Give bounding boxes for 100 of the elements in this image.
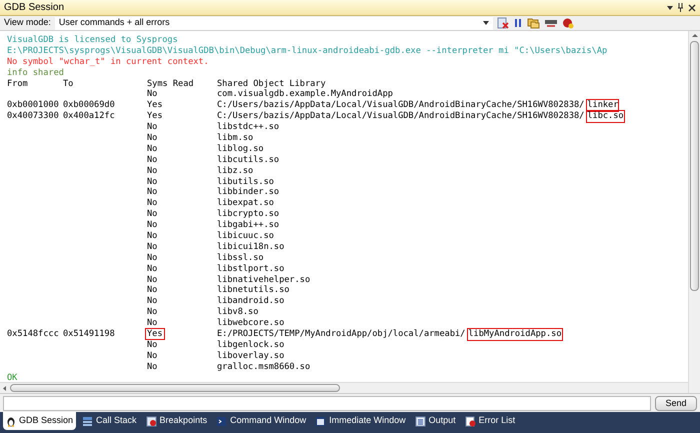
syms-read-text: No: [147, 285, 158, 296]
syms-read-text: No: [147, 89, 158, 100]
address-text: 0xb00069d0: [63, 100, 115, 110]
library-path: libgabi++.so: [217, 220, 280, 231]
library-path: C:/Users/bazis/AppData/Local/VisualGDB/AndroidBinaryCache/SH16WV802838/: [217, 111, 584, 122]
panel-tab[interactable]: Immediate Window: [312, 412, 409, 430]
syms-read-text: No: [147, 187, 158, 198]
library-path: libutils.so: [217, 176, 274, 187]
library-path: libicui18n.so: [217, 242, 284, 253]
console-icon: [216, 416, 228, 426]
library-path: libstdc++.so: [217, 122, 280, 133]
library-path: C:/Users/bazis/AppData/Local/VisualGDB/AndroidBinaryCache/SH16WV802838/: [217, 100, 584, 111]
library-file-name: libc.so: [587, 111, 624, 122]
syms-read-text: No: [147, 318, 158, 328]
view-mode-label: View mode:: [4, 16, 51, 30]
library-path: libandroid.so: [217, 296, 284, 307]
library-path: com.visualgdb.example.MyAndroidApp: [217, 89, 393, 100]
library-path: libbinder.so: [217, 187, 280, 198]
close-icon[interactable]: [688, 4, 696, 12]
syms-read-text: No: [147, 340, 158, 350]
column-header: To: [63, 78, 74, 89]
syms-read-text: No: [147, 176, 158, 187]
syms-read-text: No: [147, 274, 158, 285]
bug-icon[interactable]: [562, 17, 574, 29]
panel-tab[interactable]: Output: [412, 412, 459, 430]
syms-read-text: No: [147, 362, 158, 372]
vertical-scrollbar[interactable]: [688, 31, 700, 393]
pin-icon[interactable]: [677, 3, 684, 12]
syms-read-text: No: [147, 133, 158, 144]
asm-icon[interactable]: [544, 17, 558, 29]
column-header: Syms Read: [147, 78, 194, 89]
stack-icon: [82, 416, 94, 426]
error-list-icon: [464, 416, 476, 426]
view-mode-dropdown[interactable]: User commands + all errors: [54, 16, 493, 30]
syms-read-text: No: [147, 307, 158, 318]
address-text: 0x5148fccc: [7, 329, 59, 340]
panel-tab[interactable]: Error List: [462, 412, 518, 430]
address-text: 0x51491198: [63, 329, 115, 340]
panel-tab[interactable]: GDB Session: [3, 412, 76, 430]
list-icon: [414, 416, 426, 426]
syms-read-text: Yes: [147, 111, 163, 122]
library-path: liblog.so: [217, 144, 264, 155]
console-message: VisualGDB is licensed to Sysprogs: [7, 35, 178, 46]
caret-icon: [482, 21, 489, 25]
library-path: libstlport.so: [217, 264, 284, 275]
command-input-field[interactable]: [3, 396, 651, 410]
folders-icon[interactable]: [526, 17, 540, 29]
dropdown-icon[interactable]: [667, 6, 673, 10]
syms-read-text: No: [147, 220, 158, 230]
library-file-name: libMyAndroidApp.so: [468, 329, 562, 340]
syms-read-text: No: [147, 242, 158, 252]
horizontal-scrollbar[interactable]: [0, 382, 688, 393]
column-header: Shared Object Library: [217, 78, 326, 89]
library-path: gralloc.msm8660.so: [217, 362, 310, 373]
syms-read-text: No: [147, 350, 158, 361]
library-path: libwebcore.so: [217, 318, 284, 329]
library-path: libexpat.so: [217, 198, 274, 209]
syms-read-text: No: [147, 252, 158, 263]
library-path: libcrypto.so: [217, 209, 280, 220]
result-message: OK: [7, 372, 18, 382]
penguin-icon: [6, 416, 16, 426]
syms-read-text: No: [147, 296, 158, 306]
library-file-name: linker: [587, 100, 618, 112]
window-title: GDB Session: [4, 1, 64, 15]
syms-read-text: Yes: [146, 329, 164, 340]
library-path: libm.so: [217, 133, 254, 144]
window-icon: [315, 416, 326, 426]
library-path: libnativehelper.so: [217, 274, 310, 285]
console-message: E:\PROJECTS\sysprogs\VisualGDB\VisualGDB\bin\Debug\arm-linux-androideabi-gdb.exe --interpreter mi "C:\Users\bazis\Ap: [7, 46, 608, 57]
library-path: liboverlay.so: [217, 350, 284, 362]
library-path: libcutils.so: [217, 154, 280, 166]
library-path: libgenlock.so: [217, 340, 284, 351]
library-path: libnetutils.so: [217, 285, 290, 296]
syms-read-text: No: [147, 231, 158, 242]
syms-read-text: Yes: [147, 100, 163, 110]
address-text: 0x400a12fc: [63, 111, 115, 122]
clear-icon[interactable]: [496, 17, 509, 29]
syms-read-text: No: [147, 166, 158, 176]
syms-read-text: No: [147, 264, 158, 274]
send-button[interactable]: Send: [655, 396, 697, 410]
syms-read-text: No: [147, 144, 158, 154]
syms-read-text: No: [147, 198, 158, 208]
syms-read-text: No: [147, 154, 158, 165]
error-message: No symbol "wchar_t" in current context.: [7, 56, 209, 68]
column-header: From: [7, 78, 28, 89]
pause-icon[interactable]: [512, 18, 523, 28]
panel-tab[interactable]: Breakpoints: [142, 412, 210, 430]
syms-read-text: No: [147, 122, 158, 132]
panel-tab[interactable]: Call Stack: [79, 412, 140, 430]
address-text: 0x40073300: [7, 111, 59, 122]
address-text: 0xb0001000: [7, 100, 59, 110]
breakpoint-icon: [146, 416, 157, 426]
command-echo: info shared: [7, 68, 64, 79]
library-path: libv8.so: [217, 307, 258, 318]
panel-tab[interactable]: Command Window: [213, 412, 310, 430]
library-path: libicuuc.so: [217, 231, 274, 242]
library-path: libz.so: [217, 166, 254, 177]
library-path: E:/PROJECTS/TEMP/MyAndroidApp/obj/local/armeabi/: [217, 329, 466, 340]
syms-read-text: No: [147, 209, 158, 220]
library-path: libssl.so: [217, 252, 264, 264]
